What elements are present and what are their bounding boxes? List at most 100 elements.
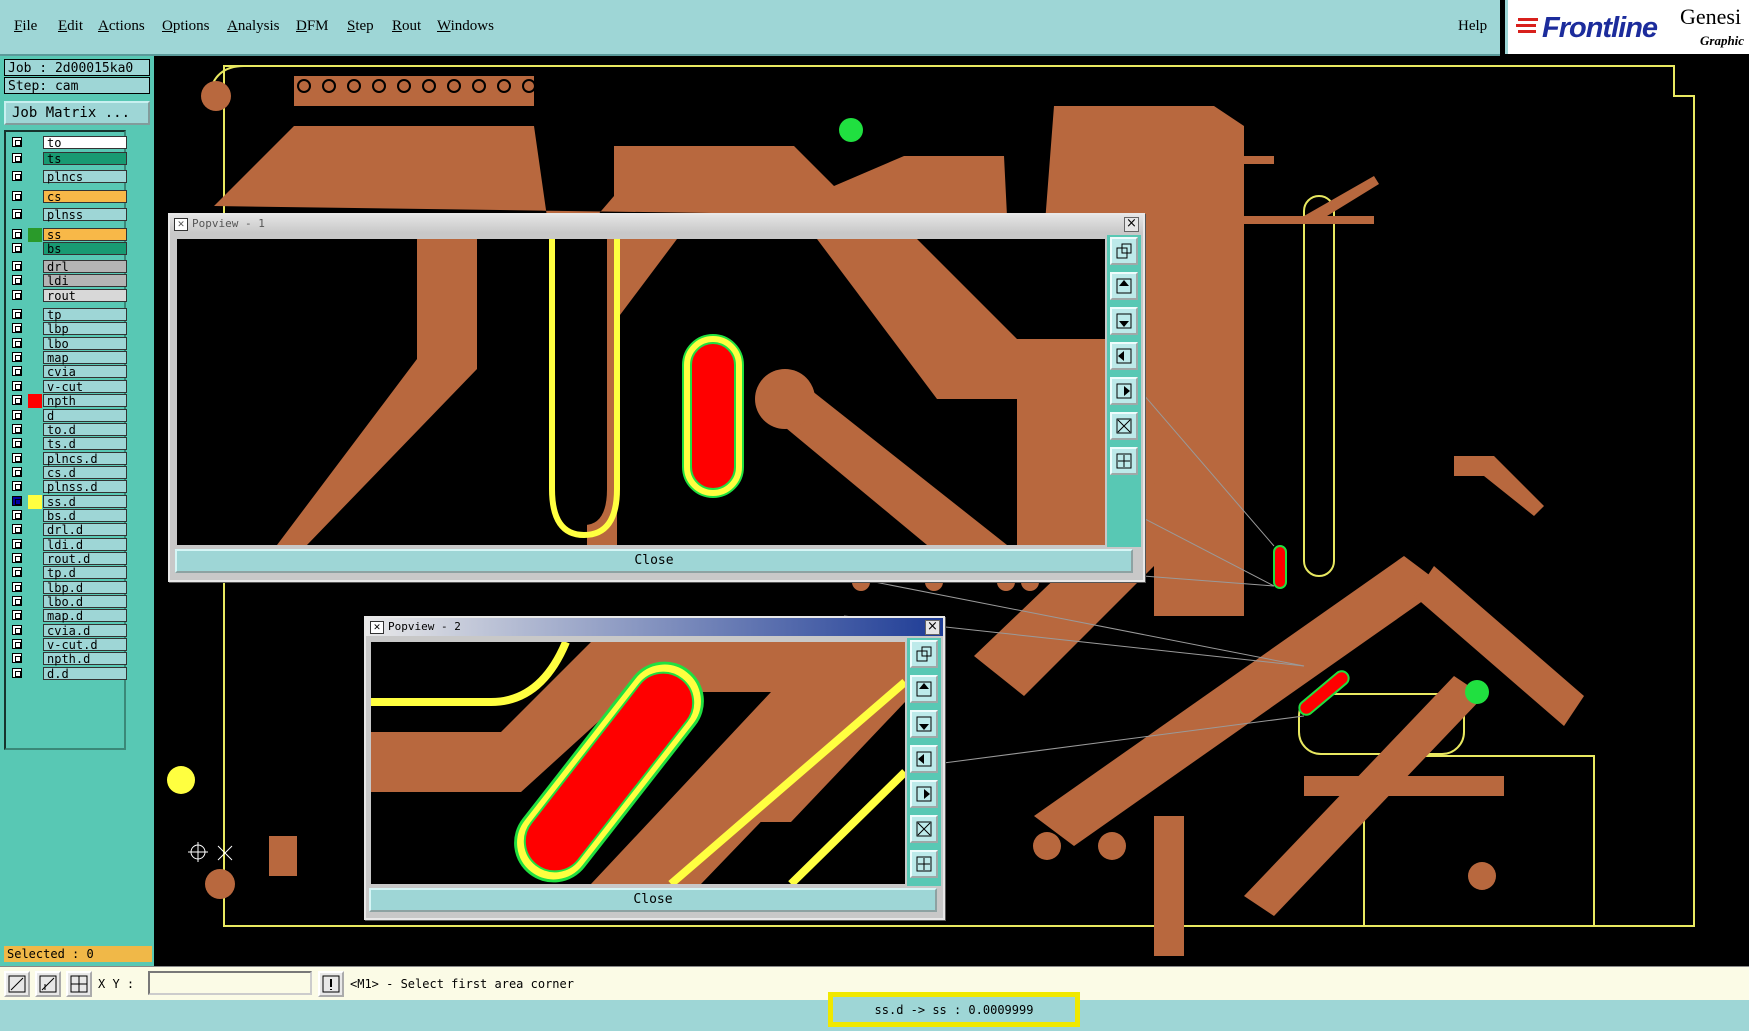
layer-checkbox[interactable] (12, 209, 22, 219)
layer-color-swatch[interactable] (28, 652, 42, 666)
layer-color-swatch[interactable] (28, 337, 42, 351)
popview-2-titlebar[interactable]: ✕ Popview - 2 (366, 618, 943, 636)
layer-checkbox[interactable] (12, 510, 22, 520)
xy-input[interactable] (148, 971, 312, 995)
layer-color-swatch[interactable] (28, 423, 42, 437)
pan-down-button[interactable] (910, 710, 938, 738)
menu-analysis[interactable]: Analysis (227, 18, 280, 35)
layer-checkbox[interactable] (12, 625, 22, 635)
layer-color-swatch[interactable] (28, 538, 42, 552)
layer-color-swatch[interactable] (28, 452, 42, 466)
zoom-fit-button[interactable] (1110, 237, 1138, 265)
layer-color-swatch[interactable] (28, 609, 42, 623)
layer-checkbox[interactable] (12, 524, 22, 534)
layer-name[interactable]: npth (43, 394, 127, 408)
layer-checkbox[interactable] (12, 261, 22, 271)
layer-checkbox[interactable] (12, 275, 22, 285)
menu-rout[interactable]: Rout (392, 18, 421, 35)
layer-color-swatch[interactable] (28, 466, 42, 480)
layer-row-plnss.d[interactable]: plnss.d (10, 480, 128, 494)
layer-color-swatch[interactable] (28, 566, 42, 580)
menu-edit[interactable]: Edit (58, 18, 83, 35)
layer-checkbox[interactable] (12, 381, 22, 391)
layer-checkbox[interactable] (12, 366, 22, 376)
layer-checkbox[interactable] (12, 243, 22, 253)
layer-name[interactable]: ldi.d (43, 538, 127, 552)
popview-2-close-button[interactable]: Close (369, 888, 937, 912)
layer-name[interactable]: rout (43, 289, 127, 303)
layer-name[interactable]: cvia.d (43, 624, 127, 638)
layer-row-map.d[interactable]: map.d (10, 609, 128, 623)
layer-checkbox[interactable] (12, 171, 22, 181)
layer-checkbox[interactable] (12, 137, 22, 147)
layer-checkbox[interactable] (12, 153, 22, 163)
layer-checkbox[interactable] (12, 639, 22, 649)
layer-row-lbo.d[interactable]: lbo.d (10, 595, 128, 609)
layer-name[interactable]: cvia (43, 365, 127, 379)
layer-row-cs.d[interactable]: cs.d (10, 466, 128, 480)
layer-checkbox[interactable] (12, 438, 22, 448)
layer-name[interactable]: lbo (43, 337, 127, 351)
layer-checkbox[interactable] (12, 668, 22, 678)
window-menu-icon[interactable]: ✕ (174, 218, 188, 231)
layer-checkbox[interactable] (12, 338, 22, 348)
layer-color-swatch[interactable] (28, 274, 42, 288)
layer-checkbox[interactable] (12, 410, 22, 420)
layer-name[interactable]: ldi (43, 274, 127, 288)
layer-name[interactable]: ts (43, 152, 127, 166)
layer-name[interactable]: ss.d (43, 495, 127, 509)
layer-row-d.d[interactable]: d.d (10, 667, 128, 681)
pan-right-button[interactable] (910, 780, 938, 808)
pan-left-button[interactable] (910, 745, 938, 773)
layer-checkbox[interactable] (12, 596, 22, 606)
layer-row-lbp[interactable]: lbp (10, 322, 128, 336)
layer-name[interactable]: lbp.d (43, 581, 127, 595)
layer-name[interactable]: to (43, 136, 127, 150)
layer-color-swatch[interactable] (28, 495, 42, 509)
layer-row-rout.d[interactable]: rout.d (10, 552, 128, 566)
layer-row-bs[interactable]: bs (10, 242, 128, 256)
pan-up-button[interactable] (910, 675, 938, 703)
layer-color-swatch[interactable] (28, 351, 42, 365)
layer-checkbox[interactable] (12, 290, 22, 300)
layer-color-swatch[interactable] (28, 190, 42, 204)
layer-row-drl.d[interactable]: drl.d (10, 523, 128, 537)
menu-dfm[interactable]: DFM (296, 18, 329, 35)
layer-name[interactable]: cs (43, 190, 127, 204)
popview-1-canvas[interactable] (177, 239, 1105, 545)
layer-row-v-cut.d[interactable]: v-cut.d (10, 638, 128, 652)
pan-up-button[interactable] (1110, 272, 1138, 300)
layer-name[interactable]: lbp (43, 322, 127, 336)
layer-name[interactable]: cs.d (43, 466, 127, 480)
layer-name[interactable]: tp (43, 308, 127, 322)
popview-1-close-button[interactable]: Close (175, 549, 1133, 573)
layer-color-swatch[interactable] (28, 365, 42, 379)
layer-name[interactable]: bs.d (43, 509, 127, 523)
menu-help[interactable]: Help (1458, 18, 1487, 35)
layer-color-swatch[interactable] (28, 581, 42, 595)
window-menu-icon[interactable]: ✕ (370, 621, 384, 634)
layer-color-swatch[interactable] (28, 322, 42, 336)
layer-row-npth.d[interactable]: npth.d (10, 652, 128, 666)
layer-name[interactable]: map (43, 351, 127, 365)
layer-checkbox[interactable] (12, 453, 22, 463)
layer-color-swatch[interactable] (28, 638, 42, 652)
layer-checkbox[interactable] (12, 309, 22, 319)
layer-checkbox[interactable] (12, 567, 22, 577)
layer-checkbox[interactable] (12, 553, 22, 563)
layer-color-swatch[interactable] (28, 552, 42, 566)
layer-row-ldi.d[interactable]: ldi.d (10, 538, 128, 552)
menu-windows[interactable]: Windows (437, 18, 494, 35)
measure-mode-icon[interactable] (35, 971, 61, 997)
layer-row-bs.d[interactable]: bs.d (10, 509, 128, 523)
layer-checkbox[interactable] (12, 539, 22, 549)
layer-row-v-cut[interactable]: v-cut (10, 380, 128, 394)
job-matrix-button[interactable]: Job Matrix ... (4, 101, 150, 125)
layer-name[interactable]: ss (43, 228, 127, 242)
select-mode-icon[interactable] (4, 971, 30, 997)
zoom-out-button[interactable] (910, 850, 938, 878)
menu-actions[interactable]: Actions (98, 18, 145, 35)
layer-checkbox[interactable] (12, 424, 22, 434)
layer-name[interactable]: v-cut.d (43, 638, 127, 652)
layer-name[interactable]: plncs.d (43, 452, 127, 466)
